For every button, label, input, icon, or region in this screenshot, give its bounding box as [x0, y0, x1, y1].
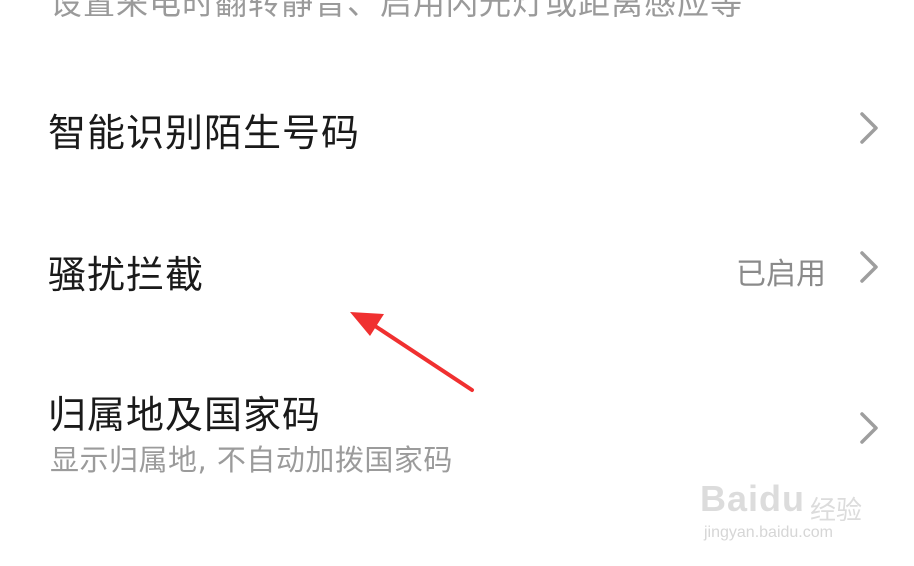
watermark-brand-cn: 经验 — [810, 496, 863, 526]
watermark-url: jingyan.baidu.com — [704, 524, 833, 541]
settings-row-smart-identify[interactable]: 智能识别陌生号码 — [0, 90, 914, 180]
baidu-watermark: Baidu 经验 jingyan.baidu.com — [700, 470, 880, 550]
chevron-right-icon — [856, 408, 882, 448]
status-value: 已启用 — [736, 257, 826, 292]
settings-row-harassment-block[interactable]: 骚扰拦截 已启用 — [0, 230, 914, 320]
top-partial-description: 设置来电时翻转静音、启用闪光灯或距离感应等 — [50, 0, 744, 22]
chevron-right-icon — [856, 247, 882, 287]
row-title: 归属地及国家码 — [48, 393, 322, 437]
row-title: 骚扰拦截 — [48, 253, 205, 297]
row-subtitle: 显示归属地, 不自动加拨国家码 — [50, 443, 453, 477]
chevron-right-icon — [856, 108, 882, 148]
row-title: 智能识别陌生号码 — [48, 111, 361, 155]
watermark-brand: Baidu — [700, 478, 806, 519]
